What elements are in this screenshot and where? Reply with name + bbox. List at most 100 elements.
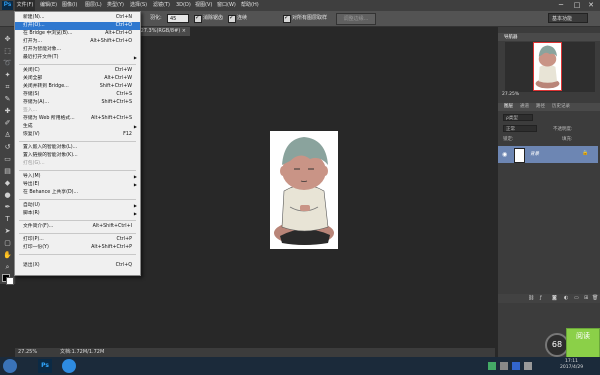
menu-item-new[interactable]: 新建(N)... Ctrl+N	[15, 14, 140, 22]
navigator-zoom-value[interactable]: 27.25%	[502, 92, 519, 97]
menu-item-share-behance[interactable]: 在 Behance 上共享(D)...	[15, 189, 140, 197]
tray-icon[interactable]	[512, 362, 520, 370]
feather-input[interactable]: 45	[167, 14, 189, 23]
menu-item-generate[interactable]: 生成 ▶	[15, 123, 140, 131]
menu-image[interactable]: 图像(I)	[62, 0, 77, 11]
move-tool-icon[interactable]: ✥	[2, 35, 13, 44]
eraser-tool-icon[interactable]: ▭	[2, 155, 13, 164]
menu-item-save[interactable]: 存储(S) Ctrl+S	[15, 91, 140, 99]
menu-item-file-info[interactable]: 文件简介(F)... Alt+Shift+Ctrl+I	[15, 223, 140, 231]
shape-tool-icon[interactable]: ▢	[2, 239, 13, 248]
menu-item-revert[interactable]: 恢复(V) F12	[15, 131, 140, 139]
menu-item-close[interactable]: 关闭(C) Ctrl+W	[15, 67, 140, 75]
healing-brush-tool-icon[interactable]: ✚	[2, 107, 13, 116]
lasso-tool-icon[interactable]: ➰	[2, 59, 13, 68]
tab-history[interactable]: 历史记录	[552, 103, 570, 111]
history-brush-tool-icon[interactable]: ↺	[2, 143, 13, 152]
volume-icon[interactable]	[524, 362, 532, 370]
menu-item-place-embedded[interactable]: 置入嵌入的智能对象(L)...	[15, 144, 140, 152]
tab-paths[interactable]: 路径	[536, 103, 545, 111]
zoom-tool-icon[interactable]: ⌕	[2, 263, 13, 272]
menu-item-save-as[interactable]: 存储为(A)... Shift+Ctrl+S	[15, 99, 140, 107]
all-layers-checkbox[interactable]	[283, 14, 291, 23]
menu-3d[interactable]: 3D(D)	[176, 0, 191, 11]
menu-item-print[interactable]: 打印(P)... Ctrl+P	[15, 236, 140, 244]
blend-mode-select[interactable]: 正常	[503, 125, 537, 132]
refine-edge-button[interactable]: 调整边缘...	[336, 13, 376, 25]
tab-channels[interactable]: 通道	[520, 103, 529, 111]
contiguous-checkbox[interactable]	[228, 14, 236, 23]
tray-icon[interactable]	[500, 362, 508, 370]
menu-item-check-in: 签入...	[23, 108, 38, 113]
reader-widget[interactable]: 阅读	[566, 328, 600, 358]
menu-view[interactable]: 视图(V)	[195, 0, 212, 11]
menu-item-print-one-copy[interactable]: 打印一份(Y) Alt+Shift+Ctrl+P	[15, 244, 140, 252]
path-selection-tool-icon[interactable]: ➤	[2, 227, 13, 236]
menu-item-recent-files[interactable]: 最近打开文件(T) ▶	[15, 54, 140, 62]
type-tool-icon[interactable]: T	[2, 215, 13, 224]
hand-tool-icon[interactable]: ✋	[2, 251, 13, 260]
gradient-tool-icon[interactable]: ▤	[2, 167, 13, 176]
opacity-label: 不透明度:	[553, 127, 573, 132]
adjustment-icon[interactable]: ◐	[564, 295, 568, 301]
folder-icon[interactable]: ▭	[574, 295, 579, 301]
fx-icon[interactable]: ƒ	[540, 295, 542, 301]
menu-item-browse-bridge[interactable]: 在 Bridge 中浏览(B)... Alt+Ctrl+O	[15, 30, 140, 38]
photoshop-taskbar-icon[interactable]: Ps	[38, 359, 52, 373]
menu-type[interactable]: 类型(Y)	[107, 0, 124, 11]
menu-item-import[interactable]: 导入(M) ▶	[15, 173, 140, 181]
clock-date: 2017/4/29	[560, 365, 584, 370]
link-layers-icon[interactable]: ⛓	[528, 295, 534, 301]
file-menu-dropdown: 新建(N)... Ctrl+N 打开(O)... Ctrl+O 在 Bridge 中…	[14, 11, 141, 276]
tray-icon[interactable]	[488, 362, 496, 370]
browser-taskbar-icon[interactable]	[62, 359, 76, 373]
visibility-eye-icon[interactable]: ◉	[502, 151, 507, 158]
status-zoom[interactable]: 27.25%	[18, 348, 37, 357]
close-button[interactable]: ✕	[582, 0, 600, 10]
blur-tool-icon[interactable]: ◆	[2, 179, 13, 188]
workspace-select[interactable]: 基本功能	[548, 13, 588, 23]
menu-filter[interactable]: 滤镜(T)	[153, 0, 170, 11]
clone-stamp-tool-icon[interactable]: ♙	[2, 131, 13, 140]
menu-item-export[interactable]: 导出(E) ▶	[15, 181, 140, 189]
menu-item-save-for-web[interactable]: 存储为 Web 所用格式... Alt+Shift+Ctrl+S	[15, 115, 140, 123]
menu-select[interactable]: 选择(S)	[130, 0, 147, 11]
submenu-arrow-icon: ▶	[133, 203, 137, 208]
menu-item-close-all[interactable]: 关闭全部 Alt+Ctrl+W	[15, 75, 140, 83]
background-color-swatch[interactable]	[6, 277, 14, 285]
eyedropper-tool-icon[interactable]: ✎	[2, 95, 13, 104]
navigator-view-box[interactable]	[533, 42, 562, 91]
menu-item-open-as[interactable]: 打开为... Alt+Shift+Ctrl+O	[15, 38, 140, 46]
magic-wand-tool-icon[interactable]: ✦	[2, 71, 13, 80]
layer-thumbnail	[514, 148, 525, 163]
menu-window[interactable]: 窗口(W)	[217, 0, 236, 11]
trash-icon[interactable]: 🗑	[592, 295, 598, 301]
tray-clock[interactable]: 17:11 2017/4/29	[560, 359, 583, 371]
menu-item-place-linked[interactable]: 置入链接的智能对象(K)...	[15, 152, 140, 160]
menu-file[interactable]: 文件(F)	[15, 0, 35, 11]
canvas-document[interactable]	[270, 131, 338, 249]
menu-separator	[19, 170, 136, 171]
mask-icon[interactable]: ◙	[552, 295, 557, 301]
brush-tool-icon[interactable]: ✐	[2, 119, 13, 128]
menu-item-exit[interactable]: 退出(X) Ctrl+Q	[15, 262, 140, 270]
layer-name[interactable]: 背景	[530, 151, 539, 157]
crop-tool-icon[interactable]: ⌗	[2, 83, 13, 92]
menu-help[interactable]: 帮助(H)	[241, 0, 259, 11]
menu-item-scripts[interactable]: 脚本(R) ▶	[15, 210, 140, 218]
start-button-icon[interactable]	[3, 359, 17, 373]
menu-layer[interactable]: 图层(L)	[85, 0, 102, 11]
menu-item-automate[interactable]: 自动(U) ▶	[15, 202, 140, 210]
menu-item-open-smart-object[interactable]: 打开为智能对象...	[15, 46, 140, 54]
marquee-tool-icon[interactable]: ⬚	[2, 47, 13, 56]
layer-kind-filter[interactable]: ρ类型	[503, 114, 533, 121]
dodge-tool-icon[interactable]: ●	[2, 191, 13, 200]
menu-item-close-go-bridge[interactable]: 关闭并转到 Bridge... Shift+Ctrl+W	[15, 83, 140, 91]
tab-layers[interactable]: 图层	[504, 103, 513, 111]
antialias-checkbox[interactable]	[194, 14, 202, 23]
menu-edit[interactable]: 编辑(E)	[40, 0, 57, 11]
new-layer-icon[interactable]: ⊞	[584, 295, 588, 301]
navigator-panel-header: 导航器	[498, 33, 600, 41]
pen-tool-icon[interactable]: ✒	[2, 203, 13, 212]
menu-item-open[interactable]: 打开(O)... Ctrl+O	[15, 22, 140, 30]
